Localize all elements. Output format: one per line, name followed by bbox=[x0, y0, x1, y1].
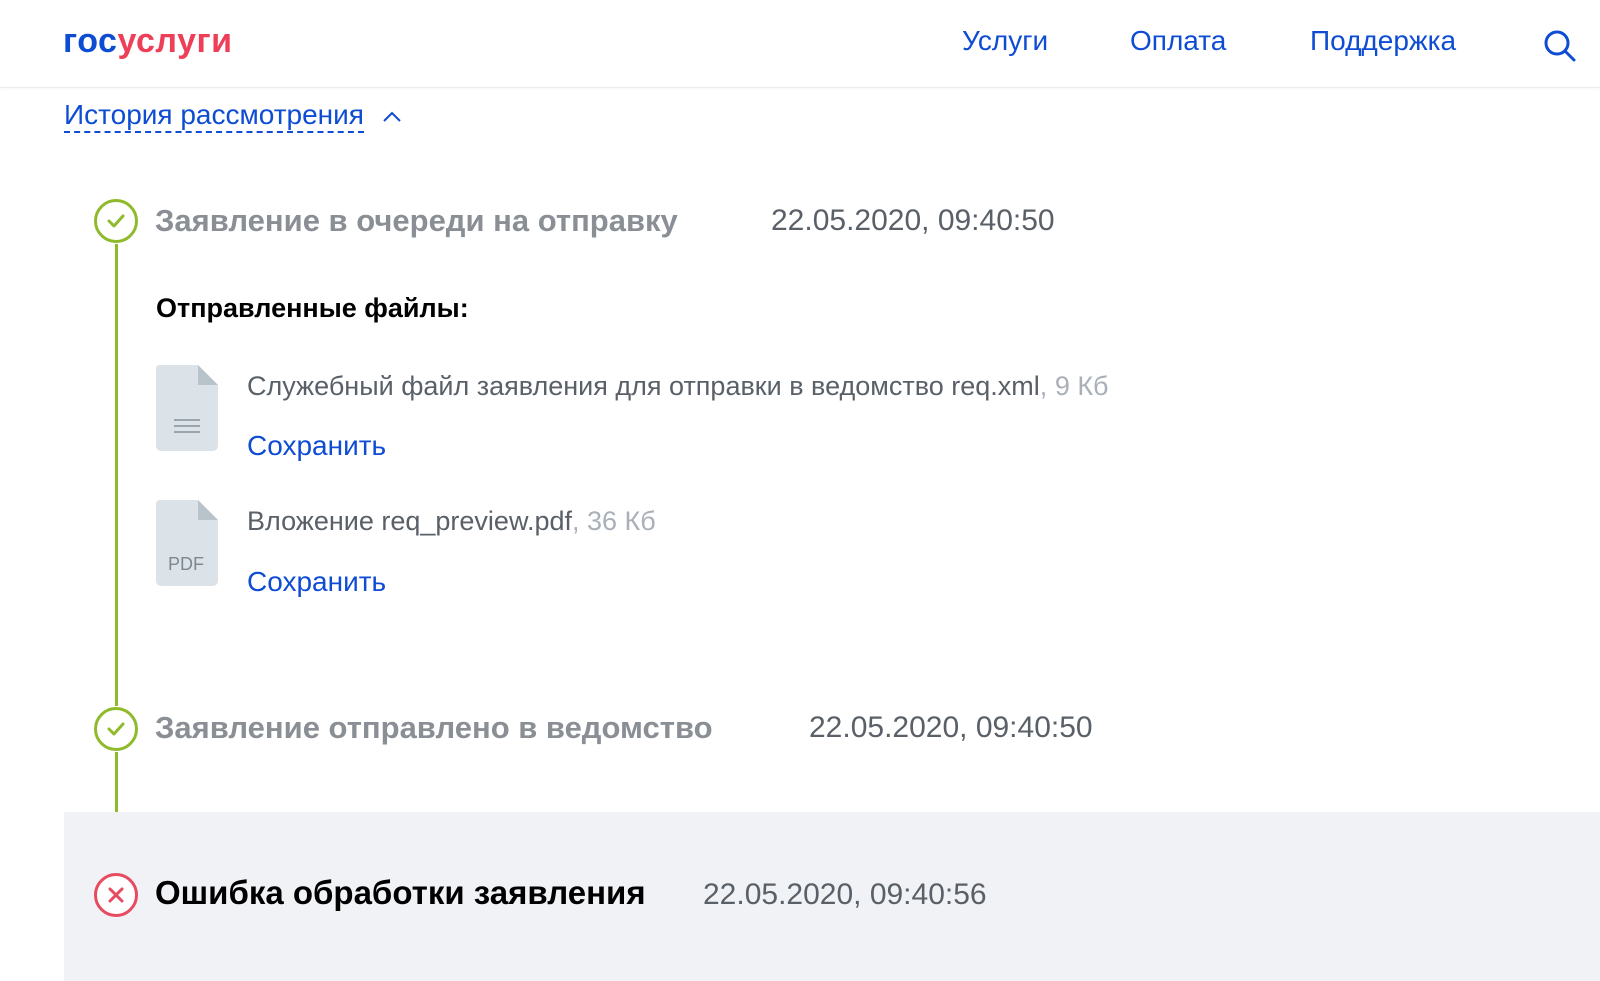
file-name: Служебный файл заявления для отправки в … bbox=[247, 371, 1109, 401]
event-time: 22.05.2020, 09:40:50 bbox=[809, 711, 1093, 744]
save-file-link[interactable]: Сохранить bbox=[247, 430, 386, 462]
nav-link-payment[interactable]: Оплата bbox=[1130, 25, 1226, 57]
nav-link-support[interactable]: Поддержка bbox=[1310, 25, 1456, 57]
event-title: Ошибка обработки заявления bbox=[155, 874, 646, 911]
search-icon[interactable] bbox=[1540, 26, 1580, 66]
file-size: 36 Кб bbox=[587, 506, 656, 536]
history-toggle[interactable]: История рассмотрения bbox=[64, 96, 404, 136]
file-name-text: Служебный файл заявления для отправки в … bbox=[247, 371, 1040, 401]
success-check-icon bbox=[94, 707, 138, 751]
file-name: Вложение req_preview.pdf, 36 Кб bbox=[247, 506, 656, 536]
gosuslugi-logo[interactable]: госуслуги bbox=[63, 22, 233, 61]
sent-files-heading: Отправленные файлы: bbox=[156, 293, 469, 323]
save-file-link[interactable]: Сохранить bbox=[247, 566, 386, 598]
file-name-text: Вложение req_preview.pdf bbox=[247, 506, 572, 536]
nav-link-services[interactable]: Услуги bbox=[962, 25, 1048, 57]
success-check-icon bbox=[94, 199, 138, 243]
event-title: Заявление в очереди на отправку bbox=[155, 203, 678, 238]
site-header: госуслуги Услуги Оплата Поддержка bbox=[0, 0, 1600, 88]
file-size: 9 Кб bbox=[1054, 371, 1109, 401]
event-time: 22.05.2020, 09:40:56 bbox=[703, 878, 987, 911]
event-time: 22.05.2020, 09:40:50 bbox=[771, 204, 1055, 237]
pdf-icon-label: PDF bbox=[168, 554, 204, 574]
history-toggle-label: История рассмотрения bbox=[64, 99, 364, 133]
logo-part-gos: гос bbox=[63, 22, 118, 60]
chevron-up-icon bbox=[383, 111, 401, 122]
event-title: Заявление отправлено в ведомство bbox=[155, 710, 713, 745]
logo-part-uslugi: услуги bbox=[117, 22, 233, 60]
pdf-file-icon: PDF bbox=[156, 500, 218, 586]
error-cross-icon bbox=[94, 873, 138, 917]
timeline-connector bbox=[115, 244, 118, 706]
xml-file-icon bbox=[156, 365, 218, 451]
